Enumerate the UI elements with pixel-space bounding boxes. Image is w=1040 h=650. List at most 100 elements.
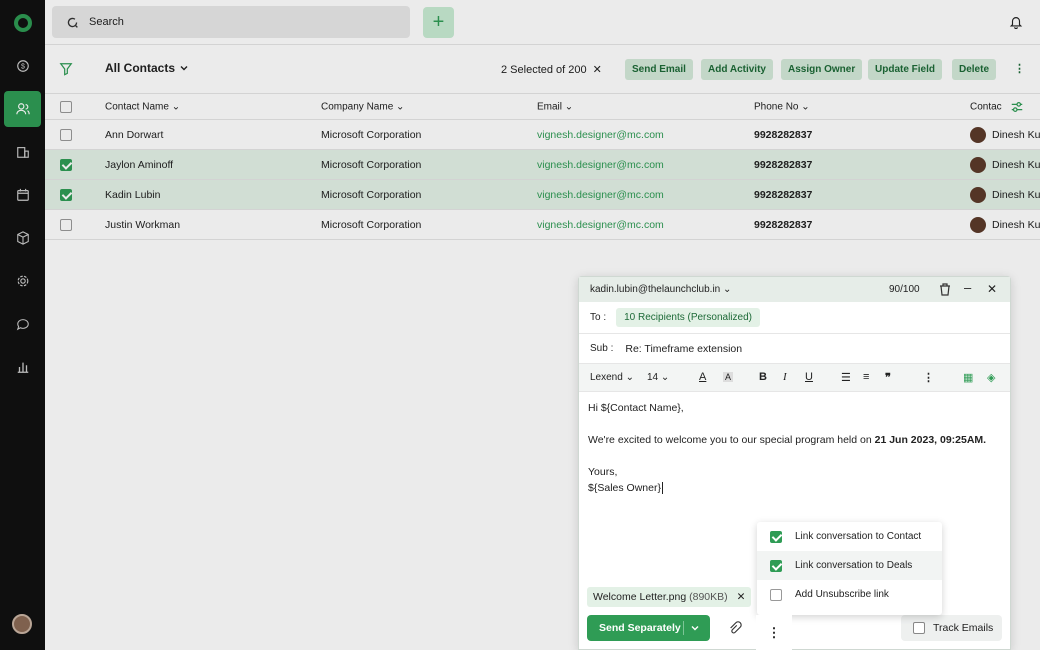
send-email-button[interactable]: Send Email	[625, 59, 693, 80]
assign-owner-button[interactable]: Assign Owner	[781, 59, 863, 80]
italic-icon[interactable]: I	[783, 371, 787, 383]
unsubscribe-checkbox[interactable]	[770, 588, 782, 601]
link-contact-checkbox[interactable]	[770, 530, 782, 543]
bell-icon[interactable]	[1009, 15, 1023, 29]
quote-icon[interactable]: ❞	[885, 371, 891, 384]
email-quota: 90/100	[889, 284, 920, 295]
row-checkbox[interactable]	[60, 218, 72, 231]
more-actions-icon[interactable]: ⋮	[1014, 62, 1025, 75]
view-selector[interactable]: All Contacts	[105, 61, 189, 75]
highlight-icon[interactable]: A	[723, 372, 734, 382]
company-name: Microsoft Corporation	[321, 188, 422, 201]
track-emails-checkbox[interactable]	[913, 622, 925, 634]
col-contact-owner[interactable]: Contac	[970, 101, 1002, 112]
col-email[interactable]: Email ⌄	[537, 101, 573, 112]
menu-item-label: Link conversation to Deals	[795, 560, 913, 571]
font-family-select[interactable]: Lexend ⌄	[590, 372, 634, 383]
search-input[interactable]: Search	[52, 6, 410, 38]
align-icon[interactable]: ≡	[863, 371, 869, 383]
email-link[interactable]: vignesh.designer@mc.com	[537, 159, 664, 171]
clear-selection-icon[interactable]: ✕	[593, 64, 602, 76]
menu-item-link-deals[interactable]: Link conversation to Deals	[757, 551, 942, 580]
menu-item-unsubscribe[interactable]: Add Unsubscribe link	[757, 580, 942, 609]
bullet-list-icon[interactable]: ☰	[841, 371, 851, 384]
select-all-checkbox[interactable]	[60, 100, 72, 113]
update-field-button[interactable]: Update Field	[868, 59, 943, 80]
contact-name[interactable]: Ann Dorwart	[105, 129, 163, 141]
link-deals-checkbox[interactable]	[770, 559, 782, 572]
delete-button[interactable]: Delete	[952, 59, 997, 80]
email-body[interactable]: Hi ${Contact Name}, We're excited to wel…	[579, 392, 1010, 504]
nav-settings[interactable]	[4, 263, 41, 299]
avatar	[970, 156, 986, 173]
email-link[interactable]: vignesh.designer@mc.com	[537, 129, 664, 141]
svg-text:$: $	[21, 64, 25, 71]
owner-cell: Dinesh Ku	[970, 156, 1040, 173]
row-checkbox[interactable]	[60, 158, 72, 171]
add-activity-button[interactable]: Add Activity	[701, 59, 773, 80]
close-icon[interactable]: ✕	[987, 282, 997, 296]
email-link[interactable]: vignesh.designer@mc.com	[537, 189, 664, 201]
attach-icon[interactable]	[728, 621, 742, 635]
from-address-selector[interactable]: kadin.lubin@thelaunchclub.in ⌄	[590, 284, 731, 295]
table-row[interactable]: Kadin Lubin Microsoft Corporation vignes…	[45, 180, 1040, 210]
nav-products[interactable]	[4, 220, 41, 256]
contacts-icon	[15, 103, 30, 115]
font-size-value: 14	[647, 372, 659, 383]
column-settings-icon[interactable]	[1010, 100, 1024, 114]
col-contact-name[interactable]: Contact Name ⌄	[105, 101, 180, 112]
underline-icon[interactable]: U	[805, 371, 813, 383]
nav-messages[interactable]	[4, 306, 41, 342]
layers-icon[interactable]: ◈	[987, 371, 995, 384]
format-toolbar: Lexend ⌄ 14 ⌄ A A B I U ☰ ≡ ❞ ⋮ ▦ ◈	[579, 364, 1010, 392]
recipients-chip[interactable]: 10 Recipients (Personalized)	[616, 308, 760, 327]
text-color-icon[interactable]: A	[699, 371, 706, 383]
minimize-icon[interactable]: –	[964, 280, 971, 295]
from-address: kadin.lubin@thelaunchclub.in	[590, 284, 721, 295]
email-link[interactable]: vignesh.designer@mc.com	[537, 219, 664, 231]
table-header: Contact Name ⌄ Company Name ⌄ Email ⌄ Ph…	[45, 94, 1040, 120]
col-company-name[interactable]: Company Name ⌄	[321, 101, 404, 112]
row-checkbox[interactable]	[60, 188, 72, 201]
contact-name[interactable]: Kadin Lubin	[105, 189, 160, 201]
template-grid-icon[interactable]: ▦	[963, 371, 973, 384]
more-format-icon[interactable]: ⋮	[923, 371, 934, 384]
row-checkbox[interactable]	[60, 128, 72, 141]
col-phone[interactable]: Phone No ⌄	[754, 101, 810, 112]
table-row[interactable]: Justin Workman Microsoft Corporation vig…	[45, 210, 1040, 240]
box-icon	[16, 231, 29, 245]
nav-reports[interactable]	[4, 349, 41, 385]
add-button[interactable]: +	[423, 6, 454, 38]
attachment-size: (890KB)	[689, 591, 728, 603]
selection-count: 2 Selected of 200 ✕	[501, 63, 602, 76]
contact-name[interactable]: Jaylon Aminoff	[105, 159, 173, 171]
table-row[interactable]: Ann Dorwart Microsoft Corporation vignes…	[45, 120, 1040, 150]
body-text: We're excited to welcome you to our spec…	[588, 434, 875, 446]
track-emails-toggle[interactable]: Track Emails	[901, 615, 1002, 641]
attachment-chip[interactable]: Welcome Letter.png (890KB) ✕	[587, 587, 752, 607]
body-line: We're excited to welcome you to our spec…	[588, 432, 1001, 448]
table-row[interactable]: Jaylon Aminoff Microsoft Corporation vig…	[45, 150, 1040, 180]
bar-chart-icon	[17, 362, 28, 373]
subject-input[interactable]: Re: Timeframe extension	[625, 343, 742, 355]
remove-attachment-icon[interactable]: ✕	[737, 591, 746, 603]
more-options-button[interactable]: ⋮	[756, 615, 792, 650]
chevron-down-icon[interactable]	[690, 623, 700, 633]
bold-icon[interactable]: B	[759, 371, 767, 383]
contact-name[interactable]: Justin Workman	[105, 219, 180, 231]
nav-companies[interactable]	[4, 134, 41, 170]
nav-calendar[interactable]	[4, 177, 41, 213]
calendar-icon	[16, 188, 29, 201]
trash-icon[interactable]	[939, 283, 951, 296]
nav-contacts[interactable]	[4, 91, 41, 127]
phone-number: 9928282837	[754, 218, 813, 231]
nav-deals[interactable]: $	[4, 48, 41, 84]
menu-item-link-contact[interactable]: Link conversation to Contact	[757, 522, 942, 551]
font-size-select[interactable]: 14 ⌄	[647, 372, 669, 383]
compose-header: kadin.lubin@thelaunchclub.in ⌄ 90/100 – …	[579, 277, 1010, 302]
filter-icon[interactable]	[59, 62, 73, 76]
company-name: Microsoft Corporation	[321, 128, 422, 141]
closing-line: Yours,	[588, 466, 618, 478]
user-avatar[interactable]	[12, 614, 32, 634]
send-separately-button[interactable]: Send Separately	[587, 615, 710, 641]
